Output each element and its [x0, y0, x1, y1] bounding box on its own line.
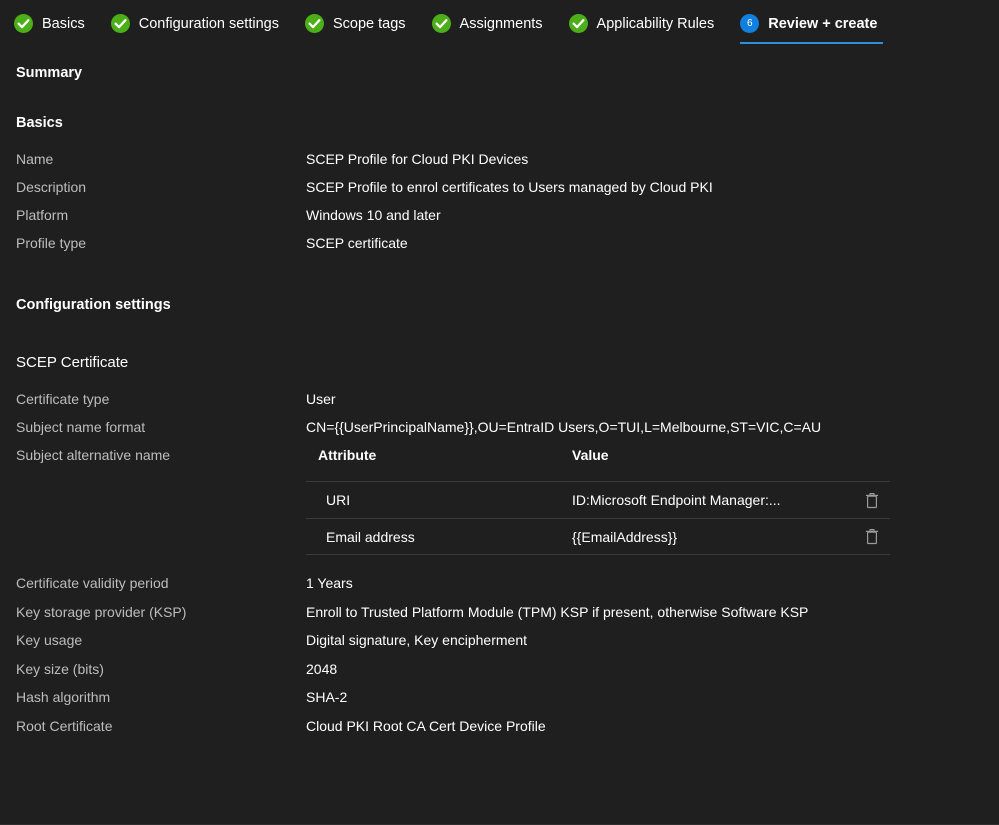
tab-label: Review + create	[768, 15, 878, 32]
row-value: 1 Years	[306, 575, 353, 591]
row-label: Subject name format	[16, 419, 146, 435]
subject-alternative-name-row: Subject alternative name Attribute Value…	[16, 441, 999, 555]
tab-scope-tags[interactable]: Scope tags	[304, 0, 406, 47]
trash-icon[interactable]	[854, 492, 890, 509]
row-value: SCEP certificate	[306, 235, 408, 251]
row-label: Key storage provider (KSP)	[16, 603, 187, 620]
summary-row: Name SCEP Profile for Cloud PKI Devices	[16, 145, 999, 173]
cell-attribute: Email address	[326, 528, 415, 545]
key-size-row: Key size (bits) 2048	[16, 655, 999, 684]
tab-applicability-rules[interactable]: Applicability Rules	[568, 0, 715, 47]
row-label: Subject alternative name	[16, 447, 171, 463]
row-value: SCEP Profile to enrol certificates to Us…	[306, 179, 713, 195]
row-value: Cloud PKI Root CA Cert Device Profile	[306, 717, 546, 734]
row-value: 2048	[306, 660, 338, 677]
row-label: Name	[16, 151, 54, 167]
tab-label: Basics	[42, 15, 85, 32]
key-usage-row: Key usage Digital signature, Key enciphe…	[16, 626, 999, 655]
basics-heading: Basics	[16, 115, 63, 131]
tab-review-create[interactable]: 6 Review + create	[740, 0, 884, 47]
check-circle-icon	[110, 14, 130, 33]
tab-label: Assignments	[459, 15, 543, 32]
cell-value: {{EmailAddress}}	[572, 528, 678, 545]
tab-configuration-settings[interactable]: Configuration settings	[110, 0, 279, 47]
row-label: Profile type	[16, 235, 87, 251]
row-value: CN={{UserPrincipalName}},OU=EntraID User…	[306, 419, 822, 435]
row-label: Key size (bits)	[16, 660, 104, 677]
row-label: Certificate validity period	[16, 575, 169, 591]
basics-rows: Name SCEP Profile for Cloud PKI Devices …	[16, 145, 999, 257]
active-tab-underline	[740, 42, 884, 44]
summary-heading: Summary	[16, 65, 83, 81]
tab-label: Configuration settings	[138, 15, 279, 32]
tab-basics[interactable]: Basics	[14, 0, 85, 47]
tab-label: Scope tags	[332, 15, 406, 32]
trash-icon[interactable]	[854, 528, 890, 545]
tab-assignments[interactable]: Assignments	[431, 0, 543, 47]
row-value: Digital signature, Key encipherment	[306, 632, 528, 648]
certificate-type-row: Certificate type User	[16, 385, 999, 413]
row-label: Description	[16, 179, 87, 195]
certificate-validity-period-row: Certificate validity period 1 Years	[16, 569, 999, 598]
summary-row: Description SCEP Profile to enrol certif…	[16, 173, 999, 201]
scep-detail-rows: Certificate validity period 1 Years Key …	[16, 569, 999, 740]
subject-name-format-row: Subject name format CN={{UserPrincipalNa…	[16, 413, 999, 441]
column-header-attribute: Attribute	[318, 447, 377, 463]
cell-value: ID:Microsoft Endpoint Manager:...	[572, 492, 781, 508]
subject-alternative-name-table: Attribute Value URI ID:Microsoft Endpoin…	[306, 441, 890, 555]
table-row: URI ID:Microsoft Endpoint Manager:...	[306, 481, 890, 518]
root-certificate-row: Root Certificate Cloud PKI Root CA Cert …	[16, 712, 999, 741]
check-circle-icon	[568, 14, 588, 33]
check-circle-icon	[14, 14, 33, 33]
row-label: Certificate type	[16, 391, 110, 407]
tab-label: Applicability Rules	[596, 15, 715, 32]
wizard-tab-strip: Basics Configuration settings Scope tags…	[0, 0, 999, 47]
scep-rows: Certificate type User Subject name forma…	[16, 385, 999, 555]
column-header-value: Value	[572, 447, 609, 463]
row-label: Key usage	[16, 632, 83, 648]
check-circle-icon	[431, 14, 451, 33]
step-number-badge: 6	[740, 14, 760, 33]
cell-attribute: URI	[326, 492, 351, 508]
summary-row: Profile type SCEP certificate	[16, 229, 999, 257]
summary-row: Platform Windows 10 and later	[16, 201, 999, 229]
row-value: SCEP Profile for Cloud PKI Devices	[306, 151, 529, 167]
row-value: SHA-2	[306, 689, 348, 705]
table-row: Email address {{EmailAddress}}	[306, 518, 890, 555]
row-value: Enroll to Trusted Platform Module (TPM) …	[306, 603, 809, 620]
configuration-settings-heading: Configuration settings	[16, 297, 171, 313]
row-label: Platform	[16, 207, 69, 223]
review-create-content: Summary Basics Name SCEP Profile for Clo…	[0, 47, 999, 740]
scep-certificate-heading: SCEP Certificate	[16, 354, 129, 371]
check-circle-icon	[304, 14, 324, 33]
row-value: User	[306, 391, 336, 407]
row-label: Hash algorithm	[16, 689, 111, 705]
row-value: Windows 10 and later	[306, 207, 441, 223]
key-storage-provider-row: Key storage provider (KSP) Enroll to Tru…	[16, 598, 999, 627]
table-header-row: Attribute Value	[306, 441, 890, 481]
hash-algorithm-row: Hash algorithm SHA-2	[16, 683, 999, 712]
row-label: Root Certificate	[16, 717, 113, 734]
